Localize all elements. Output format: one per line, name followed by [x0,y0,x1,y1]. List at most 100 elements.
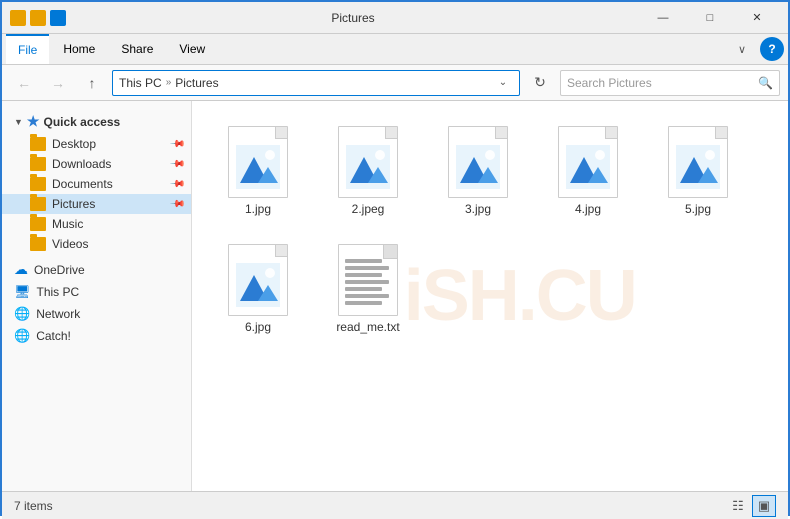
ribbon: File Home Share View ∨ ? [2,34,788,65]
search-icon[interactable]: 🔍 [758,76,773,90]
file-item-6jpg[interactable]: 6.jpg [208,235,308,343]
files-grid: 1.jpg 2.jpeg [208,117,772,343]
sidebar-thispc-label: This PC [37,285,80,299]
file-thumb-5jpg [662,126,734,198]
title-icon-1 [10,10,26,26]
mountain-svg-3 [456,145,500,189]
file-corner-4 [605,127,617,139]
tab-file[interactable]: File [6,34,49,64]
music-folder-icon [30,217,46,231]
back-button[interactable]: ← [10,69,38,97]
maximize-button[interactable]: □ [687,2,733,34]
status-bar: 7 items ☷ ▣ [2,491,788,519]
title-icon-3 [50,10,66,26]
large-icon-view-button[interactable]: ▣ [752,495,776,517]
pictures-folder-icon [30,197,46,211]
list-view-button[interactable]: ☷ [726,495,750,517]
sidebar-videos-label: Videos [52,237,88,251]
mountain-svg [236,145,280,189]
img-file-bg-6 [228,244,288,316]
refresh-button[interactable]: ↻ [526,69,554,97]
documents-folder-icon [30,177,46,191]
img-file-bg-5 [668,126,728,198]
title-bar: Pictures — □ ✕ [2,2,788,34]
sidebar-catch-label: Catch! [36,329,71,343]
txt-line-6 [345,294,389,298]
path-dropdown-button[interactable]: ⌄ [493,73,513,93]
file-item-3jpg[interactable]: 3.jpg [428,117,528,225]
tab-share[interactable]: Share [109,34,165,64]
file-thumb-4jpg [552,126,624,198]
mountain-svg-5 [676,145,720,189]
minimize-button[interactable]: — [640,2,686,34]
sidebar-item-pictures[interactable]: Pictures 📌 [2,194,191,214]
tab-home[interactable]: Home [51,34,107,64]
file-item-2jpeg[interactable]: 2.jpeg [318,117,418,225]
ribbon-help-button[interactable]: ? [760,37,784,61]
txt-line-3 [345,273,382,277]
file-thumb-6jpg [222,244,294,316]
txt-line-1 [345,259,382,263]
sidebar-desktop-label: Desktop [52,137,96,151]
file-name-3jpg: 3.jpg [465,202,491,216]
sidebar-item-music[interactable]: Music [2,214,191,234]
thispc-icon: 🖥 [14,284,31,300]
file-corner-5 [715,127,727,139]
sidebar-item-desktop[interactable]: Desktop 📌 [2,134,191,154]
window-controls: — □ ✕ [640,2,780,34]
file-name-readmetxt: read_me.txt [336,320,399,334]
file-item-readmetxt[interactable]: read_me.txt [318,235,418,343]
txt-line-7 [345,301,382,305]
expand-icon: ▼ [14,117,23,127]
sidebar-item-network[interactable]: 🌐 Network [2,303,191,325]
txt-line-4 [345,280,389,284]
file-name-2jpeg: 2.jpeg [352,202,385,216]
main-area: ▼ ★ Quick access Desktop 📌 Downloads 📌 D… [2,101,788,491]
path-part-thispc[interactable]: This PC [119,76,162,90]
file-item-4jpg[interactable]: 4.jpg [538,117,638,225]
sidebar-item-videos[interactable]: Videos [2,234,191,254]
img-file-bg-2 [338,126,398,198]
tab-view[interactable]: View [167,34,217,64]
ribbon-collapse-button[interactable]: ∨ [730,37,754,61]
search-box[interactable]: Search Pictures 🔍 [560,70,780,96]
close-button[interactable]: ✕ [734,2,780,34]
sidebar: ▼ ★ Quick access Desktop 📌 Downloads 📌 D… [2,101,192,491]
file-name-1jpg: 1.jpg [245,202,271,216]
up-button[interactable]: ↑ [78,69,106,97]
path-separator: » [166,77,172,88]
img-file-bg [228,126,288,198]
forward-button[interactable]: → [44,69,72,97]
sidebar-network-label: Network [36,307,80,321]
sidebar-item-documents[interactable]: Documents 📌 [2,174,191,194]
file-item-1jpg[interactable]: 1.jpg [208,117,308,225]
sidebar-documents-label: Documents [52,177,113,191]
sidebar-item-downloads[interactable]: Downloads 📌 [2,154,191,174]
sidebar-item-catch[interactable]: 🌐 Catch! [2,325,191,347]
address-path[interactable]: This PC » Pictures ⌄ [112,70,520,96]
sidebar-item-thispc[interactable]: 🖥 This PC [2,281,191,303]
quick-access-header[interactable]: ▼ ★ Quick access [2,109,191,134]
pin-icon: 📌 [168,136,185,153]
star-icon: ★ [27,113,40,130]
file-name-6jpg: 6.jpg [245,320,271,334]
sidebar-music-label: Music [52,217,83,231]
ribbon-right: ∨ ? [730,37,784,61]
downloads-folder-icon [30,157,46,171]
path-part-pictures[interactable]: Pictures [175,76,218,90]
file-corner-3 [495,127,507,139]
file-corner [275,127,287,139]
file-item-5jpg[interactable]: 5.jpg [648,117,748,225]
quick-access-label: Quick access [43,115,120,129]
mountain-svg-4 [566,145,610,189]
file-thumb-2jpeg [332,126,404,198]
onedrive-icon: ☁ [14,261,28,278]
sidebar-item-onedrive[interactable]: ☁ OneDrive [2,258,191,281]
file-name-5jpg: 5.jpg [685,202,711,216]
network-icon: 🌐 [14,306,30,322]
title-icon-2 [30,10,46,26]
file-corner-6 [275,245,287,257]
pin-icon-pictures: 📌 [168,196,185,213]
desktop-folder-icon [30,137,46,151]
txt-line-5 [345,287,382,291]
